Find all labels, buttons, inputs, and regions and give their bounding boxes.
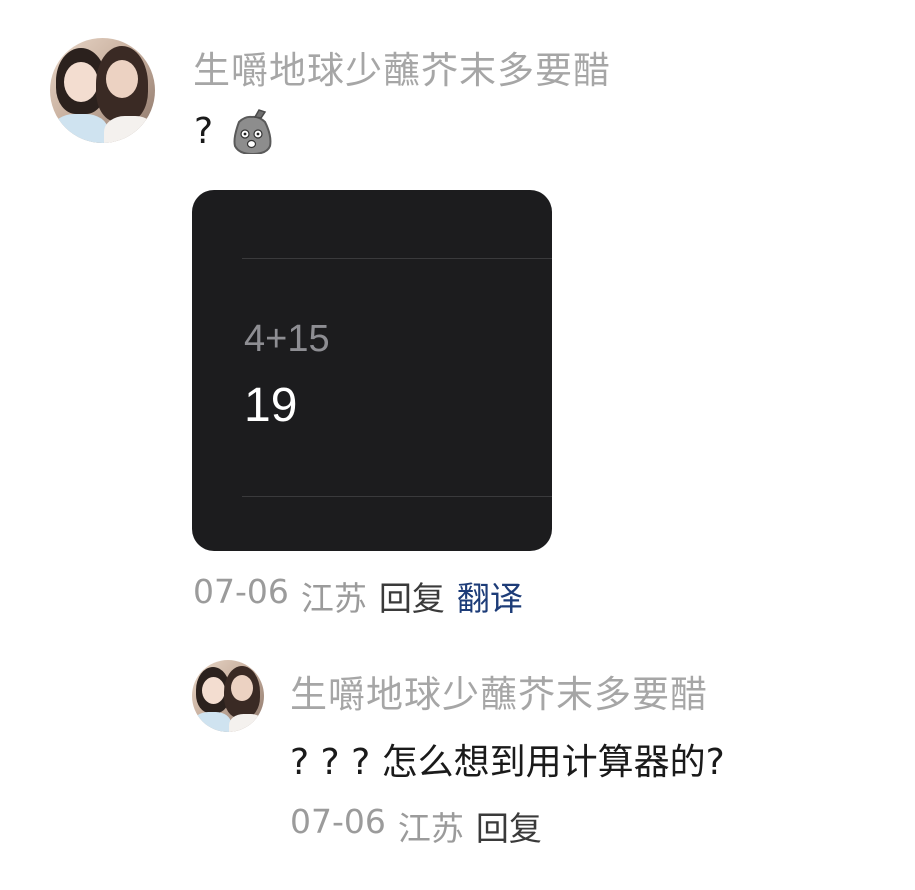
reply-date: 07-06 bbox=[290, 802, 386, 841]
comment-text: ? bbox=[194, 108, 279, 156]
reply-to-reply-button[interactable]: 回复 bbox=[476, 802, 542, 850]
calculator-result: 19 bbox=[244, 379, 298, 432]
commenter-avatar[interactable] bbox=[50, 38, 155, 143]
shocked-sack-emoji-icon bbox=[225, 108, 279, 156]
reply-username[interactable]: 生嚼地球少蘸芥末多要醋 bbox=[290, 664, 708, 718]
divider bbox=[242, 496, 552, 497]
reply-avatar[interactable] bbox=[192, 660, 264, 732]
divider bbox=[242, 258, 552, 259]
comment-text-body: ? bbox=[194, 110, 214, 152]
reply-meta: 07-06 江苏 回复 bbox=[290, 802, 542, 850]
comment-location: 江苏 bbox=[300, 579, 367, 618]
comment-image-calculator[interactable]: 4+15 19 bbox=[192, 190, 552, 551]
comment-meta: 07-06 江苏 回复 翻译 bbox=[193, 572, 523, 620]
calculator-expression: 4+15 bbox=[244, 318, 330, 360]
commenter-username[interactable]: 生嚼地球少蘸芥末多要醋 bbox=[193, 40, 611, 94]
reply-text: ? ? ? 怎么想到用计算器的? bbox=[290, 742, 725, 783]
reply-location: 江苏 bbox=[397, 809, 464, 848]
translate-button[interactable]: 翻译 bbox=[457, 572, 523, 620]
comment-date: 07-06 bbox=[193, 572, 289, 611]
reply-button[interactable]: 回复 bbox=[379, 572, 445, 620]
